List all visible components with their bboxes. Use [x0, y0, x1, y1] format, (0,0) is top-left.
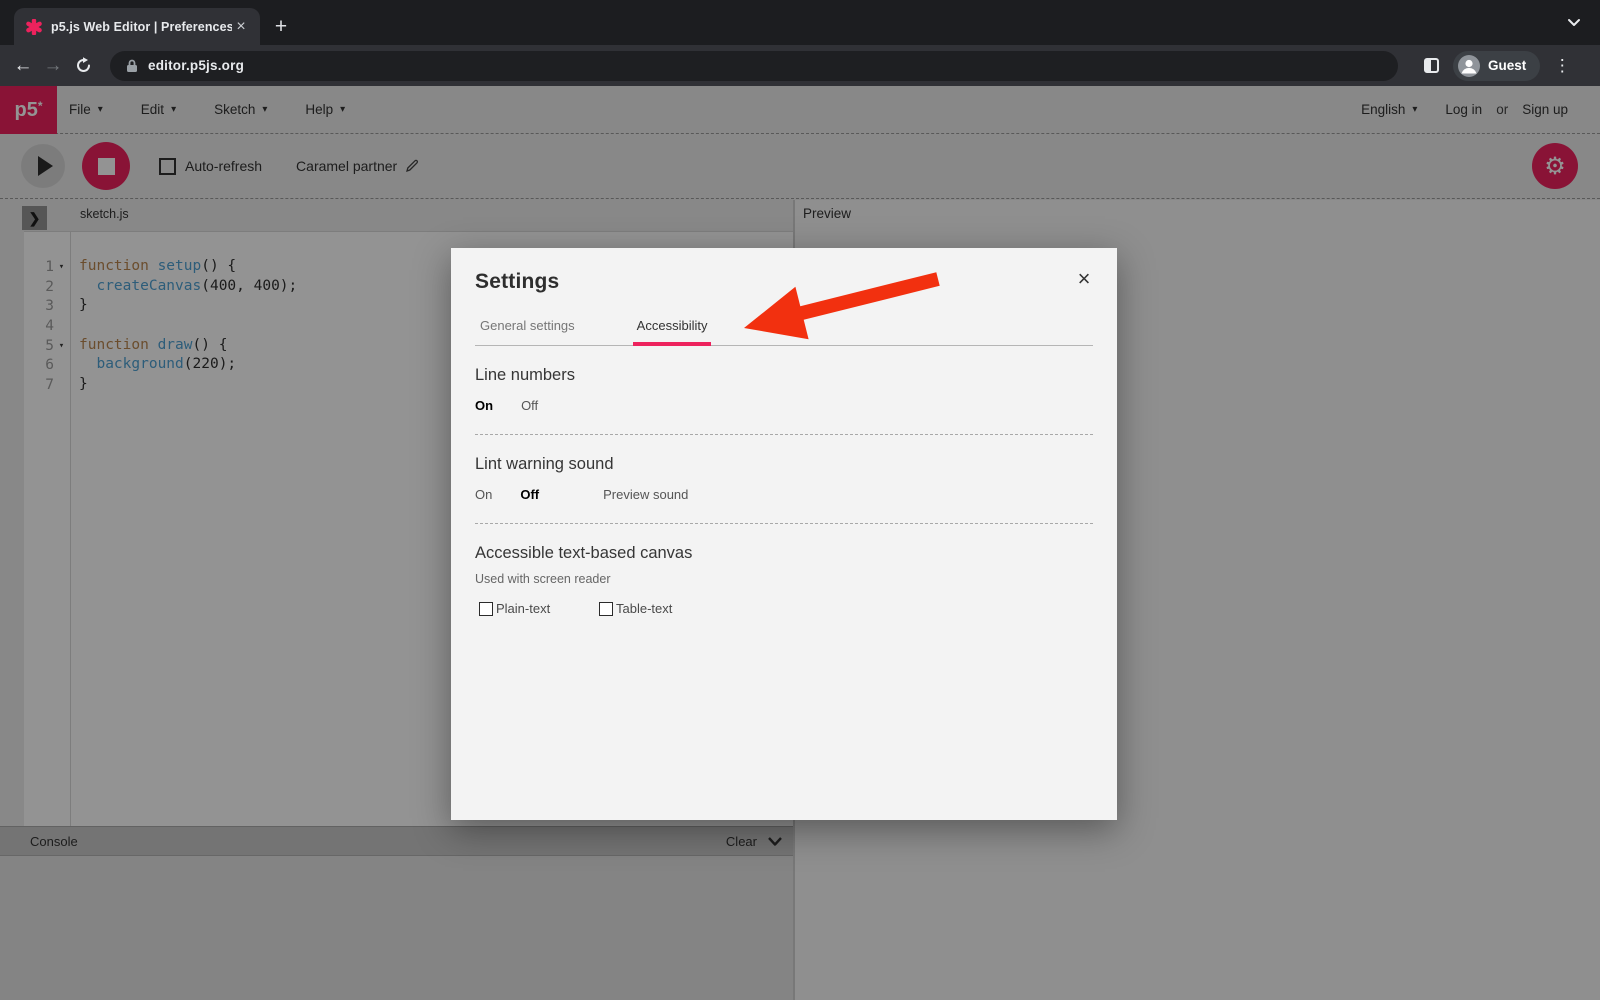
tab-search-chevron-icon[interactable] [1566, 15, 1582, 34]
tab-title: p5.js Web Editor | Preferences [51, 20, 232, 34]
checkbox-label: Plain-text [496, 601, 550, 616]
browser-menu-icon[interactable]: ⋮ [1552, 56, 1572, 76]
accessible-canvas-checkboxes: Plain-text Table-text [479, 601, 1093, 616]
browser-navbar: ← → editor.p5js.org Guest ⋮ [0, 45, 1600, 86]
refresh-button[interactable] [68, 51, 98, 81]
address-bar[interactable]: editor.p5js.org [110, 51, 1398, 81]
avatar-icon [1457, 54, 1481, 78]
browser-tabstrip: p5.js Web Editor | Preferences × + [0, 0, 1600, 45]
line_numbers-option-off[interactable]: Off [521, 398, 538, 413]
guest-label: Guest [1488, 58, 1526, 73]
modal-title: Settings [475, 270, 1093, 294]
lint_sound-option-off[interactable]: Off [520, 487, 539, 502]
checkbox-label: Table-text [616, 601, 672, 616]
line_numbers-option-on[interactable]: On [475, 398, 493, 413]
lint-sound-options: On Off Preview sound [475, 487, 1093, 502]
checkbox-plain-text: Plain-text [479, 601, 599, 616]
back-button[interactable]: ← [8, 51, 38, 81]
table-text-checkbox[interactable] [599, 602, 613, 616]
lock-icon [126, 59, 138, 73]
lint-sound-heading: Lint warning sound [475, 455, 1093, 474]
browser-tab[interactable]: p5.js Web Editor | Preferences × [14, 8, 260, 45]
settings-modal: Settings × General settings Accessibility… [451, 248, 1117, 820]
section-divider [475, 434, 1093, 435]
modal-tab-general-settings[interactable]: General settings [476, 318, 579, 346]
modal-tab-accessibility[interactable]: Accessibility [633, 318, 712, 346]
side-panel-icon[interactable] [1424, 58, 1439, 73]
line-numbers-options: On Off [475, 398, 1093, 413]
accessible-canvas-heading: Accessible text-based canvas [475, 544, 1093, 563]
forward-button[interactable]: → [38, 51, 68, 81]
p5-editor-page: p5* File▾Edit▾Sketch▾Help▾ English▾ Log … [0, 86, 1600, 1000]
checkbox-table-text: Table-text [599, 601, 719, 616]
p5-favicon-icon [26, 19, 42, 35]
screen-reader-note: Used with screen reader [475, 572, 1093, 586]
new-tab-button[interactable]: + [268, 14, 294, 40]
modal-close-icon[interactable]: × [1071, 266, 1097, 292]
plain-text-checkbox[interactable] [479, 602, 493, 616]
lint_sound-option-on[interactable]: On [475, 487, 492, 502]
tab-close-icon[interactable]: × [232, 18, 250, 36]
modal-tabs: General settings Accessibility [475, 318, 1093, 346]
guest-profile-button[interactable]: Guest [1453, 51, 1540, 81]
line-numbers-heading: Line numbers [475, 366, 1093, 385]
preview-sound-button[interactable]: Preview sound [603, 487, 688, 502]
url-text: editor.p5js.org [148, 58, 244, 73]
section-divider [475, 523, 1093, 524]
